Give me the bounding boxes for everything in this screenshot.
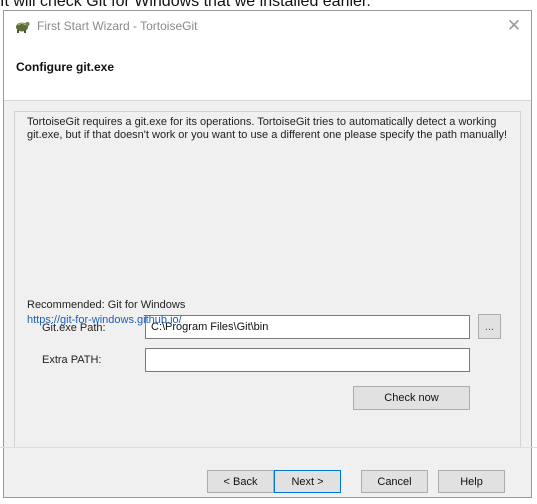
close-icon: ✕ bbox=[506, 16, 522, 35]
wizard-window: First Start Wizard - TortoiseGit ✕ Confi… bbox=[3, 10, 532, 498]
browse-button[interactable]: ... bbox=[478, 314, 501, 339]
recommended-label: Recommended: Git for Windows bbox=[27, 299, 186, 311]
git-for-windows-link[interactable]: https://git-for-windows.github.io/ bbox=[27, 314, 182, 326]
footer-divider bbox=[0, 447, 537, 448]
back-button[interactable]: < Back bbox=[207, 470, 274, 493]
page-header: Configure git.exe bbox=[4, 42, 531, 101]
description-text: TortoiseGit requires a git.exe for its o… bbox=[27, 116, 508, 141]
close-button[interactable]: ✕ bbox=[503, 15, 525, 37]
title-bar: First Start Wizard - TortoiseGit ✕ bbox=[4, 11, 531, 42]
page-title: Configure git.exe bbox=[16, 60, 115, 74]
window-title: First Start Wizard - TortoiseGit bbox=[37, 19, 198, 33]
cancel-button[interactable]: Cancel bbox=[361, 470, 428, 493]
check-now-button[interactable]: Check now bbox=[353, 386, 470, 410]
extra-path-label: Extra PATH: bbox=[42, 354, 102, 366]
git-exe-path-input[interactable] bbox=[145, 315, 470, 339]
help-button[interactable]: Help bbox=[438, 470, 505, 493]
tortoisegit-app-icon bbox=[16, 22, 30, 33]
extra-path-input[interactable] bbox=[145, 348, 470, 372]
next-button[interactable]: Next > bbox=[274, 470, 341, 493]
